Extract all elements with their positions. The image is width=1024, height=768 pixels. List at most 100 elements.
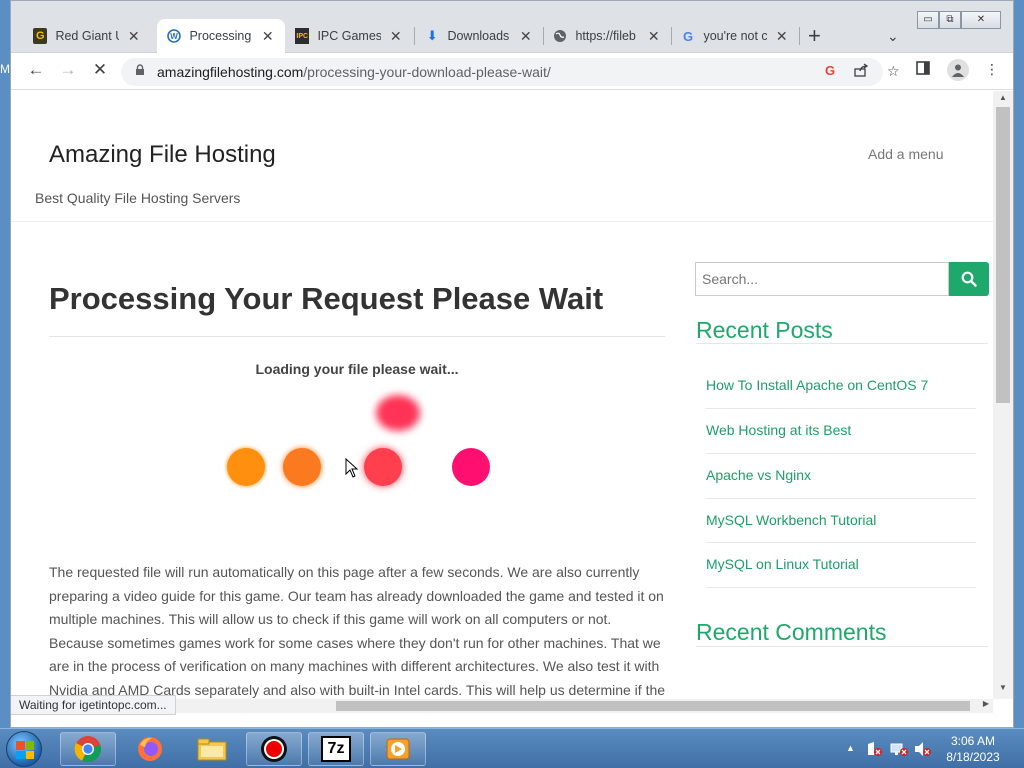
recent-post-link[interactable]: Apache vs Nginx	[706, 467, 811, 483]
system-clock[interactable]: 3:06 AM 8/18/2023	[938, 733, 1008, 765]
search-input[interactable]	[696, 263, 948, 295]
title-divider	[49, 336, 665, 337]
windows-logo-icon	[16, 741, 34, 759]
tab-close-icon[interactable]: ✕	[519, 28, 533, 45]
tab-close-icon[interactable]: ✕	[127, 28, 141, 45]
header-divider	[11, 221, 993, 222]
page-viewport: Amazing File Hosting Best Quality File H…	[11, 91, 993, 699]
taskbar-recorder[interactable]	[246, 732, 302, 766]
taskbar-7zip[interactable]: 7z	[308, 732, 364, 766]
scroll-right-icon[interactable]: ▶	[983, 699, 989, 708]
tab-title: https://fileb	[575, 29, 636, 43]
restore-button[interactable]: ⧉	[939, 11, 961, 29]
search-icon	[961, 271, 977, 287]
status-bubble: Waiting for igetintopc.com...	[11, 695, 176, 715]
tab-title: Processing	[189, 29, 252, 43]
clock-time: 3:06 AM	[950, 734, 996, 748]
scroll-up-icon[interactable]: ▲	[993, 93, 1013, 102]
new-tab-button[interactable]: +	[808, 23, 821, 49]
taskbar-media-player[interactable]	[370, 732, 426, 766]
tab-google-search[interactable]: G you're not c ✕	[671, 19, 799, 53]
tab-search-icon[interactable]: ⌄	[887, 28, 899, 45]
tab-title: Red Giant U	[55, 29, 119, 43]
vertical-scrollbar[interactable]: ▲ ▼	[993, 91, 1013, 699]
tab-close-icon[interactable]: ✕	[775, 28, 789, 45]
chrome-menu-icon[interactable]: ⋮	[985, 61, 999, 78]
tab-processing[interactable]: W Processing ✕	[157, 19, 285, 53]
google-favicon-icon: G	[681, 28, 695, 44]
tab-close-icon[interactable]: ✕	[261, 28, 275, 45]
post-divider	[706, 587, 976, 588]
taskbar-firefox[interactable]	[122, 732, 178, 766]
7zip-icon: 7z	[321, 736, 351, 762]
svg-text:G: G	[825, 63, 835, 77]
ipc-games-favicon-icon: IPC	[295, 28, 310, 44]
tab-title: IPC Games	[317, 29, 381, 43]
side-panel-icon[interactable]	[916, 61, 930, 78]
recent-post-link[interactable]: How To Install Apache on CentOS 7	[706, 377, 928, 393]
sidebar-search-field[interactable]	[695, 262, 949, 296]
tab-close-icon[interactable]: ✕	[647, 28, 661, 45]
loader-dot	[452, 448, 490, 486]
clock-date: 8/18/2023	[946, 750, 1000, 764]
page-title: Processing Your Request Please Wait	[49, 281, 604, 316]
media-player-icon	[386, 738, 410, 760]
loading-message: Loading your file please wait...	[255, 361, 459, 377]
url-text[interactable]: amazingfilehosting.com/processing-your-d…	[157, 64, 551, 80]
site-title[interactable]: Amazing File Hosting	[49, 141, 276, 169]
desktop-edge-letter: M	[0, 62, 10, 76]
loader-dot	[283, 448, 321, 486]
site-menu-link[interactable]: Add a menu	[868, 146, 944, 162]
stop-loading-icon[interactable]: ✕	[88, 60, 112, 80]
post-divider	[706, 408, 976, 409]
google-translate-icon[interactable]: G	[823, 63, 837, 80]
scroll-thumb[interactable]	[336, 701, 970, 711]
tab-title: you're not c	[703, 29, 767, 43]
forward-arrow-icon[interactable]: →	[56, 60, 80, 80]
taskbar-explorer[interactable]	[184, 732, 240, 766]
recent-post-link[interactable]: MySQL on Linux Tutorial	[706, 556, 859, 572]
globe-icon	[553, 28, 567, 44]
search-button[interactable]	[949, 262, 989, 296]
action-center-icon[interactable]	[866, 741, 882, 760]
start-button[interactable]	[6, 731, 42, 767]
loader-dot	[364, 448, 402, 486]
close-window-button[interactable]: ✕	[961, 11, 1001, 29]
volume-muted-icon[interactable]	[914, 741, 932, 760]
chrome-icon	[74, 736, 101, 763]
lock-icon[interactable]	[135, 64, 145, 79]
url-host: amazingfilehosting.com	[157, 64, 304, 80]
loader-dot-motion	[376, 395, 420, 431]
post-divider	[706, 498, 976, 499]
show-hidden-icons[interactable]: ▲	[846, 743, 855, 753]
taskbar-chrome[interactable]	[60, 732, 116, 766]
minimize-button[interactable]: ▭	[917, 11, 939, 29]
network-icon[interactable]	[890, 741, 908, 760]
address-bar[interactable]: amazingfilehosting.com/processing-your-d…	[121, 58, 900, 86]
back-arrow-icon[interactable]: ←	[24, 60, 48, 80]
loader-dot	[227, 448, 265, 486]
tab-red-giant[interactable]: G Red Giant U ✕	[23, 19, 151, 53]
profile-avatar-icon[interactable]	[947, 59, 969, 81]
tab-separator	[799, 27, 800, 45]
share-icon[interactable]	[854, 63, 869, 80]
wordpress-favicon-icon: W	[167, 28, 182, 44]
download-icon: ⬇	[426, 28, 438, 43]
recent-comments-heading: Recent Comments	[696, 619, 887, 645]
bookmark-star-icon[interactable]: ☆	[887, 63, 900, 80]
scroll-thumb[interactable]	[996, 107, 1010, 403]
scroll-down-icon[interactable]: ▼	[993, 683, 1013, 692]
post-divider	[706, 542, 976, 543]
tab-close-icon[interactable]: ✕	[389, 28, 403, 45]
heading-divider	[696, 646, 988, 647]
site-tagline: Best Quality File Hosting Servers	[35, 190, 241, 206]
tab-downloads[interactable]: ⬇ Downloads ✕	[415, 19, 543, 53]
tab-filebin[interactable]: https://fileb ✕	[543, 19, 671, 53]
recent-post-link[interactable]: Web Hosting at its Best	[706, 422, 851, 438]
tab-strip: G Red Giant U ✕ W Processing ✕ IPC IPC G…	[11, 1, 1013, 53]
tab-ipc-games[interactable]: IPC IPC Games ✕	[285, 19, 413, 53]
recent-post-link[interactable]: MySQL Workbench Tutorial	[706, 512, 876, 528]
svg-text:W: W	[170, 32, 178, 41]
firefox-icon	[138, 737, 162, 761]
url-path: /processing-your-download-please-wait/	[303, 64, 551, 80]
